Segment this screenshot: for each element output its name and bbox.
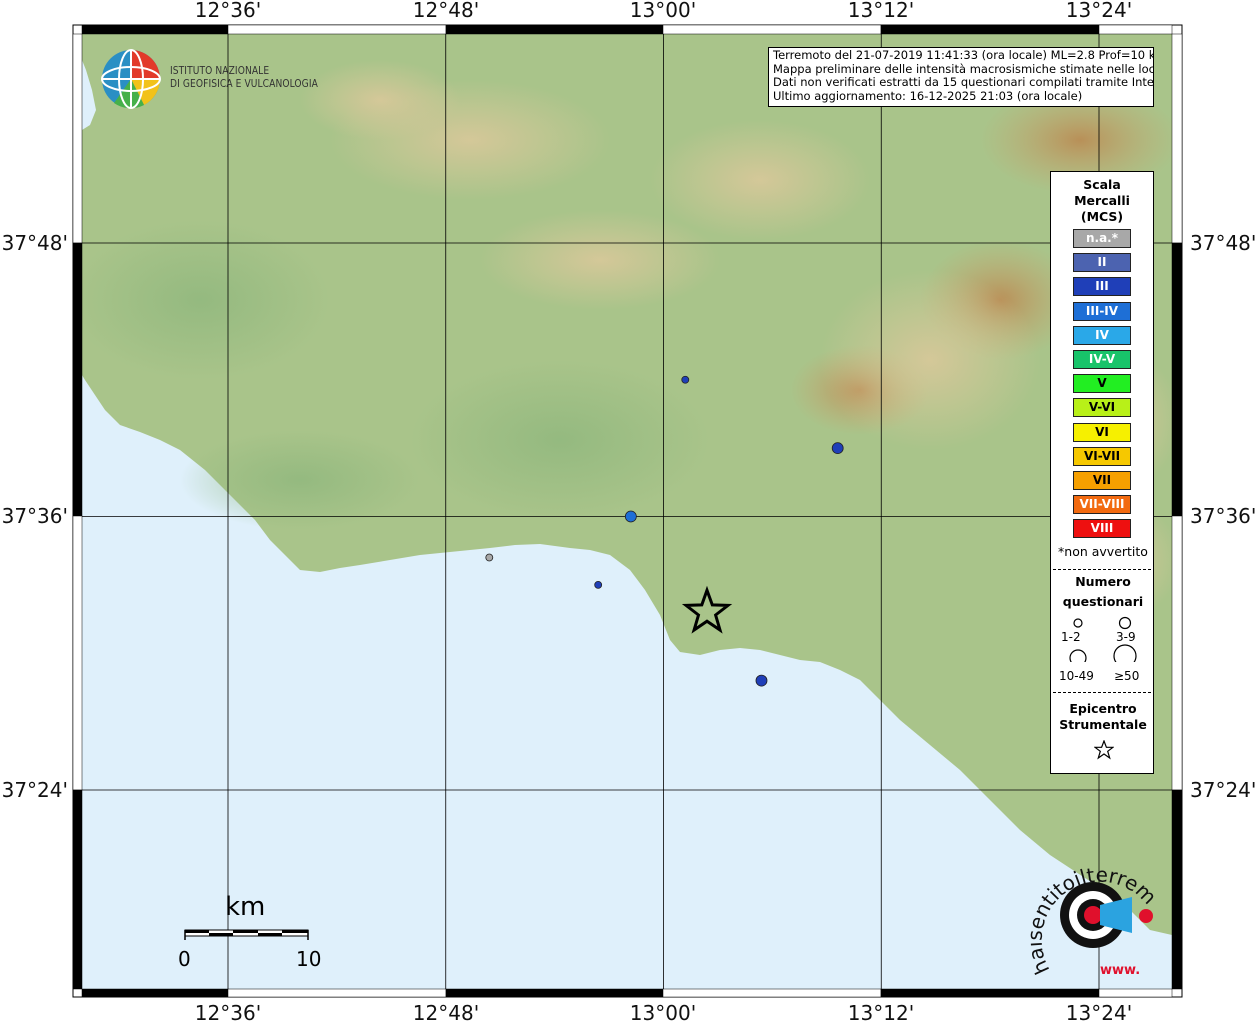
point-6	[755, 674, 768, 687]
legend-title-2: Mercalli	[1074, 193, 1130, 208]
lon-label-top-4: 13°12'	[847, 0, 915, 22]
frame-tick-vertical	[1171, 789, 1183, 990]
svg-text:haisentitoilterremoto.it: haisentitoilterremoto.it	[1030, 850, 1161, 978]
ingv-line2: DI GEOFISICA E VULCANOLOGIA	[170, 77, 318, 90]
frame-tick-horizontal	[880, 24, 1100, 35]
legend-item: IV	[1073, 325, 1131, 345]
ingv-line1: ISTITUTO NAZIONALE	[170, 64, 270, 77]
legend-separator-1	[1053, 569, 1151, 570]
info-line1: Terremoto del 21-07-2019 11:41:33 (ora l…	[773, 48, 1154, 62]
count-title-2: questionari	[1062, 594, 1144, 609]
frame-tick-horizontal	[445, 988, 664, 998]
legend-item: III-IV	[1073, 301, 1131, 321]
frame-tick-horizontal	[880, 988, 1100, 998]
legend-title-1: Scala	[1083, 177, 1121, 192]
count-label-2: 3-9	[1116, 630, 1136, 644]
frame-tick-horizontal	[81, 988, 229, 998]
legend: Scala Mercalli (MCS) n.a.* II III III-IV IV I…	[1050, 171, 1154, 774]
legend-item: VIII	[1073, 519, 1131, 539]
watermark-text: haisentitoilterremoto.it www.	[1030, 850, 1161, 978]
star-icon	[1094, 740, 1114, 760]
info-line3: Dati non verificati estratti da 15 quest…	[773, 75, 1154, 90]
legend-note: *non avvertito	[1058, 544, 1148, 559]
lon-label-bottom-5: 13°24'	[1065, 1001, 1133, 1025]
legend-item: IV-V	[1073, 350, 1131, 369]
legend-item: V	[1073, 374, 1131, 394]
epi-title-2: Strumentale	[1059, 717, 1147, 732]
legend-item: II	[1073, 253, 1131, 273]
frame-tick-vertical	[1171, 242, 1183, 517]
lon-label-top-3: 13°00'	[629, 0, 697, 22]
legend-item: III	[1073, 277, 1131, 297]
lat-label-right-2: 37°36'	[1190, 504, 1255, 528]
point-3	[624, 510, 637, 523]
lat-label-right-1: 37°48'	[1190, 231, 1255, 255]
legend-item: VII	[1073, 471, 1131, 490]
watermark-site: haisentitoilterremoto.it	[1030, 850, 1161, 978]
legend-item: n.a.*	[1073, 229, 1131, 248]
frame-tick-vertical	[1171, 33, 1183, 244]
count-label-4: ≥50	[1114, 669, 1140, 683]
legend-item: VII-VIII	[1073, 495, 1131, 515]
lon-label-top-5: 13°24'	[1065, 0, 1133, 22]
frame-tick-vertical	[72, 242, 83, 517]
frame-tick-vertical	[72, 33, 83, 244]
lon-label-bottom-4: 13°12'	[847, 1001, 915, 1025]
point-5	[594, 580, 603, 589]
legend-title-3: (MCS)	[1080, 209, 1124, 224]
frame-tick-vertical	[1171, 515, 1183, 791]
lat-label-right-3: 37°24'	[1190, 778, 1255, 802]
legend-item: VI	[1073, 422, 1131, 442]
event-info: Terremoto del 21-07-2019 11:41:33 (ora l…	[768, 47, 1154, 107]
watermark-www: www.	[1100, 963, 1140, 978]
legend-item: V-VI	[1073, 398, 1131, 418]
point-4	[485, 553, 494, 562]
lat-label-left-2: 37°36'	[1, 504, 68, 528]
ingv-name: ISTITUTO NAZIONALE DI GEOFISICA E VULCAN…	[170, 64, 318, 90]
frame-tick-horizontal	[662, 24, 882, 35]
frame-tick-horizontal	[1098, 24, 1173, 35]
legend-item: VI-VII	[1073, 446, 1131, 466]
scale-start: 0	[178, 947, 191, 971]
epi-title-1: Epicentro	[1069, 701, 1137, 716]
frame-tick-horizontal	[662, 988, 882, 998]
lon-label-top-1: 12°36'	[194, 0, 262, 22]
lon-label-bottom-1: 12°36'	[194, 1001, 262, 1025]
count-label-3: 10-49	[1059, 669, 1094, 683]
frame-tick-horizontal	[81, 24, 229, 35]
scale-unit: km	[225, 892, 266, 922]
frame-tick-vertical	[72, 515, 83, 791]
lat-label-left-1: 37°48'	[1, 231, 68, 255]
lon-label-bottom-2: 12°48'	[412, 1001, 480, 1025]
info-line4: Ultimo aggiornamento: 16-12-2025 21:03 (…	[773, 88, 1083, 103]
frame-tick-horizontal	[227, 24, 447, 35]
scale-end: 10	[296, 947, 322, 971]
frame-tick-horizontal	[445, 24, 664, 35]
count-title-1: Numero	[1075, 574, 1131, 589]
info-line2: Mappa preliminare delle intensità macros…	[773, 61, 1154, 76]
point-1	[681, 375, 690, 384]
lat-label-left-3: 37°24'	[1, 778, 68, 802]
frame-tick-horizontal	[1098, 988, 1173, 998]
legend-title: Scala Mercalli (MCS)	[1051, 177, 1153, 225]
globe-icon	[101, 49, 161, 109]
lon-label-bottom-3: 13°00'	[629, 1001, 697, 1025]
legend-separator-2	[1053, 692, 1151, 693]
lon-label-top-2: 12°48'	[412, 0, 480, 22]
count-label-1: 1-2	[1061, 630, 1081, 644]
point-2	[831, 442, 844, 455]
frame-tick-vertical	[72, 789, 83, 990]
frame-tick-horizontal	[227, 988, 447, 998]
